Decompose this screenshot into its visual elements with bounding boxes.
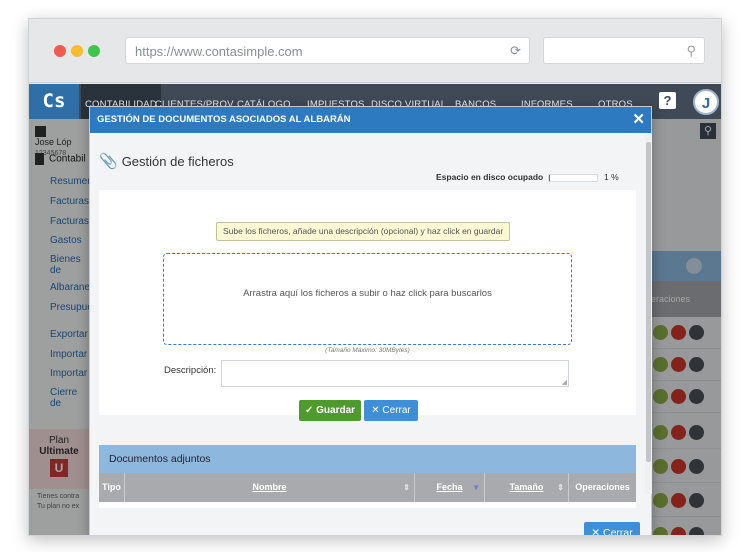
- sort-icon[interactable]: ⇕: [403, 473, 410, 502]
- resize-grip-icon[interactable]: ◢: [562, 378, 567, 386]
- close-window-dot[interactable]: [54, 45, 66, 57]
- search-icon: ⚲: [686, 43, 696, 58]
- browser-window: https://www.contasimple.com ⟳ ⚲ Cs CONTA…: [28, 18, 722, 536]
- file-dropzone[interactable]: Arrastra aquí los ficheros a subir o haz…: [163, 253, 572, 345]
- disk-usage-label: Espacio en disco ocupado: [436, 172, 544, 182]
- reload-icon[interactable]: ⟳: [510, 43, 521, 59]
- sort-desc-icon[interactable]: ▼: [472, 473, 480, 502]
- modal-title: GESTIÓN DE DOCUMENTOS ASOCIADOS AL ALBAR…: [97, 114, 351, 125]
- attached-documents-table-header: Tipo Nombre ⇕ Fecha ▼ Tamaño ⇕ Operaciones: [99, 473, 636, 502]
- upload-card: Sube los ficheros, añade una descripción…: [99, 190, 636, 421]
- cancel-button-label: Cerrar: [382, 405, 411, 416]
- disk-usage-bar: [548, 174, 598, 182]
- maximize-window-dot[interactable]: [88, 45, 100, 57]
- upload-hint: Sube los ficheros, añade una descripción…: [216, 222, 511, 241]
- dropzone-text: Arrastra aquí los ficheros a subir o haz…: [243, 288, 492, 299]
- help-icon[interactable]: ?: [659, 92, 676, 109]
- save-button[interactable]: ✓ Guardar: [299, 400, 361, 421]
- column-nombre[interactable]: Nombre ⇕: [125, 473, 415, 502]
- browser-search-input[interactable]: ⚲: [543, 37, 705, 64]
- check-icon: ✓: [304, 405, 314, 416]
- footer-close-button[interactable]: ✕ Cerrar: [584, 522, 640, 536]
- column-tamano[interactable]: Tamaño ⇕: [485, 473, 569, 502]
- sort-icon[interactable]: ⇕: [557, 473, 564, 502]
- address-bar[interactable]: https://www.contasimple.com ⟳: [125, 37, 530, 64]
- documents-modal: GESTIÓN DE DOCUMENTOS ASOCIADOS AL ALBAR…: [89, 106, 652, 536]
- user-avatar[interactable]: J: [693, 89, 719, 115]
- cancel-button[interactable]: ✕ Cerrar: [364, 400, 418, 421]
- attached-documents-header: Documentos adjuntos: [99, 445, 636, 473]
- modal-footer: [90, 508, 651, 535]
- close-icon: ✕: [371, 405, 380, 416]
- app-logo[interactable]: Cs: [29, 84, 79, 119]
- close-icon[interactable]: ✕: [632, 107, 645, 133]
- minimize-window-dot[interactable]: [71, 45, 83, 57]
- file-manager-title: Gestión de ficheros: [121, 154, 234, 169]
- column-fecha[interactable]: Fecha ▼: [415, 473, 485, 502]
- description-field[interactable]: ◢: [221, 360, 569, 387]
- column-tipo: Tipo: [99, 473, 125, 502]
- browser-chrome: https://www.contasimple.com ⟳ ⚲: [29, 19, 721, 83]
- modal-header: GESTIÓN DE DOCUMENTOS ASOCIADOS AL ALBAR…: [90, 107, 651, 133]
- disk-usage-value: 1 %: [604, 172, 619, 182]
- paperclip-icon: 📎: [99, 153, 118, 170]
- column-fecha-label: Fecha: [436, 482, 463, 492]
- address-text: https://www.contasimple.com: [135, 44, 303, 59]
- file-manager-heading: 📎 Gestión de ficheros: [99, 152, 234, 170]
- column-nombre-label: Nombre: [252, 482, 287, 492]
- close-icon: ✕: [591, 527, 601, 536]
- save-button-label: Guardar: [316, 405, 356, 416]
- column-operaciones: Operaciones: [575, 482, 630, 492]
- footer-close-label: Cerrar: [602, 527, 633, 536]
- column-tamano-label: Tamaño: [509, 482, 544, 492]
- scrollbar-thumb[interactable]: [646, 142, 651, 462]
- description-label: Descripción:: [164, 365, 217, 376]
- max-size-note: (Tamaño Máximo: 30MBytes): [325, 347, 410, 354]
- modal-scrollbar[interactable]: [645, 134, 652, 494]
